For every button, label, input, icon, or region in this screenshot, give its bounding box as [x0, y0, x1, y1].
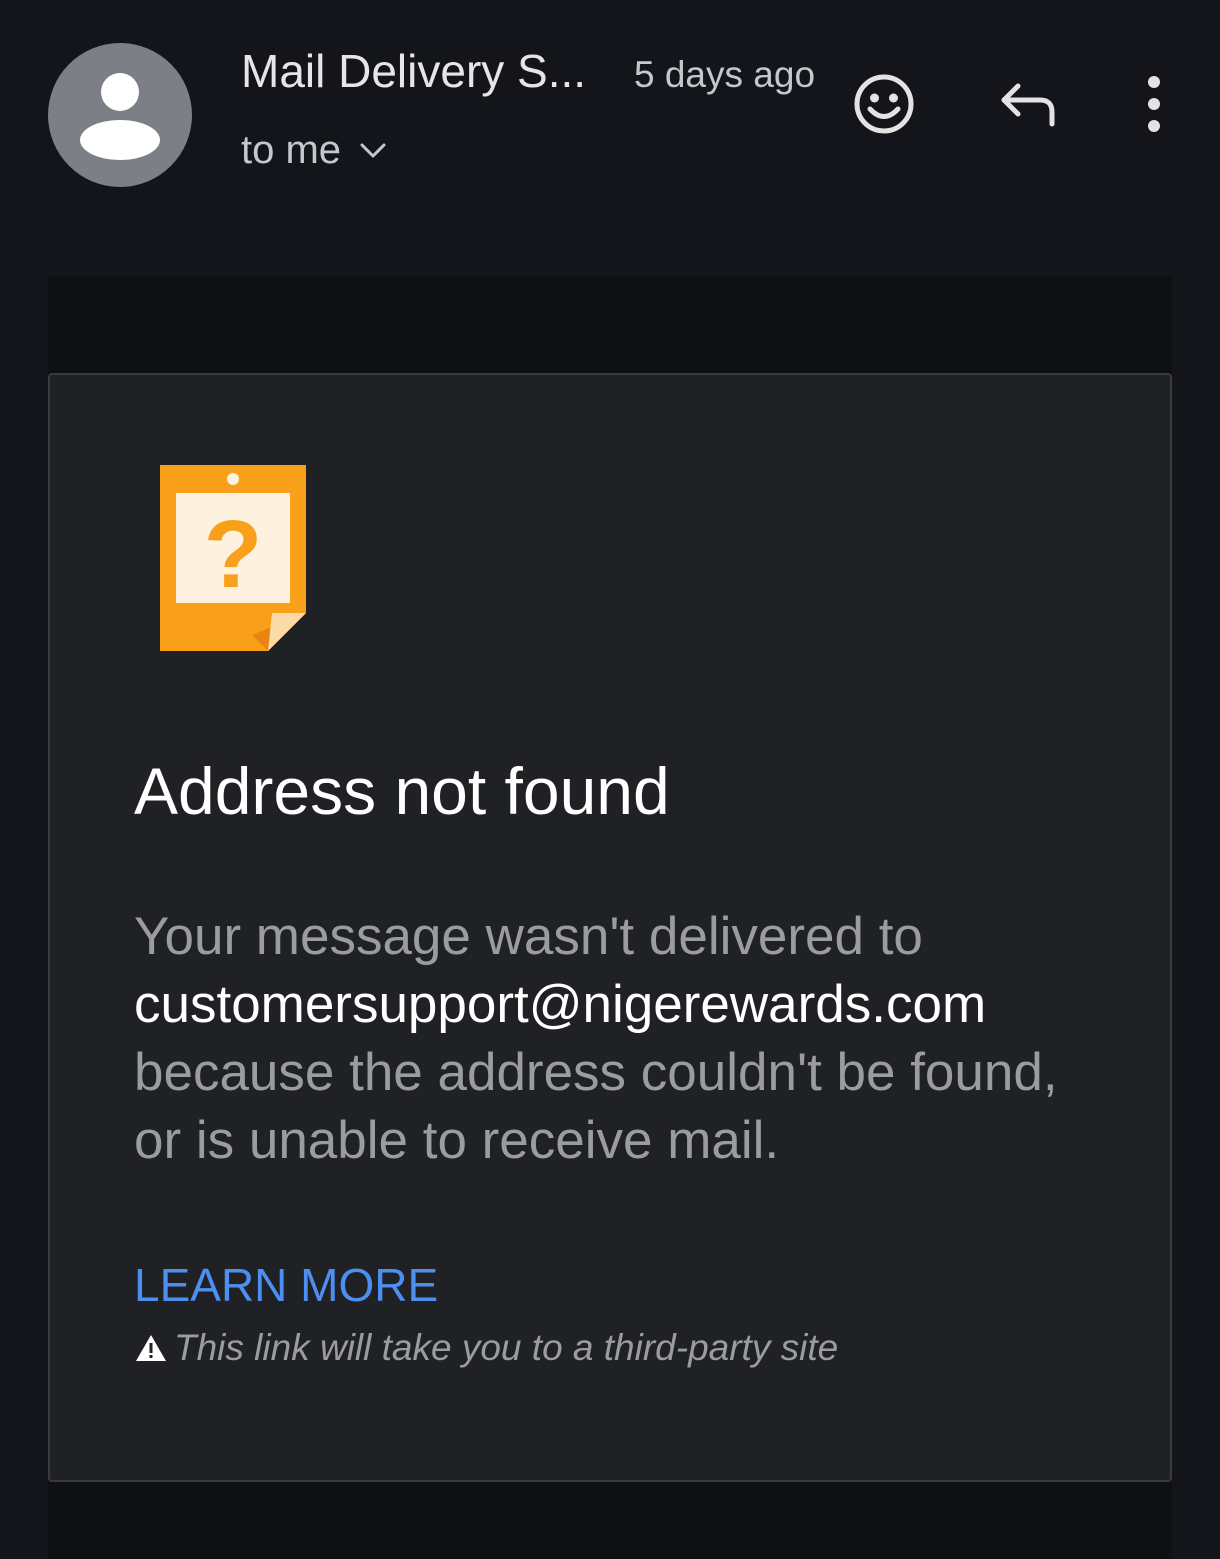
svg-text:?: ? [204, 501, 263, 608]
react-button[interactable] [852, 72, 916, 136]
sender-name[interactable]: Mail Delivery S... [241, 44, 586, 98]
bounce-notice-card: ? Address not found Your message wasn't … [48, 373, 1172, 1482]
recipient-toggle[interactable]: to me [241, 128, 387, 173]
reply-button[interactable] [998, 78, 1060, 130]
recipient-label: to me [241, 128, 342, 172]
sender-avatar[interactable] [48, 43, 192, 187]
learn-more-link[interactable]: LEARN MORE [134, 1258, 438, 1312]
warning-icon [136, 1335, 166, 1361]
reply-icon [1001, 83, 1055, 127]
emoji-icon [854, 74, 914, 134]
third-party-warning: This link will take you to a third-party… [134, 1327, 838, 1369]
notice-message: Your message wasn't delivered to custome… [134, 903, 1114, 1175]
warning-text: This link will take you to a third-party… [174, 1327, 839, 1368]
more-options-button[interactable] [1136, 74, 1172, 134]
chevron-down-icon [360, 143, 386, 157]
question-note-icon: ? [160, 465, 306, 651]
more-vert-icon [1148, 76, 1160, 132]
recipient-address: customersupport@nigerewards.com [134, 975, 987, 1034]
timestamp: 5 days ago [634, 54, 816, 95]
message-prefix: Your message wasn't delivered to [134, 907, 923, 966]
message-suffix: because the address couldn't be found, o… [134, 1043, 1058, 1170]
notice-title: Address not found [134, 754, 670, 828]
person-icon [80, 73, 160, 160]
